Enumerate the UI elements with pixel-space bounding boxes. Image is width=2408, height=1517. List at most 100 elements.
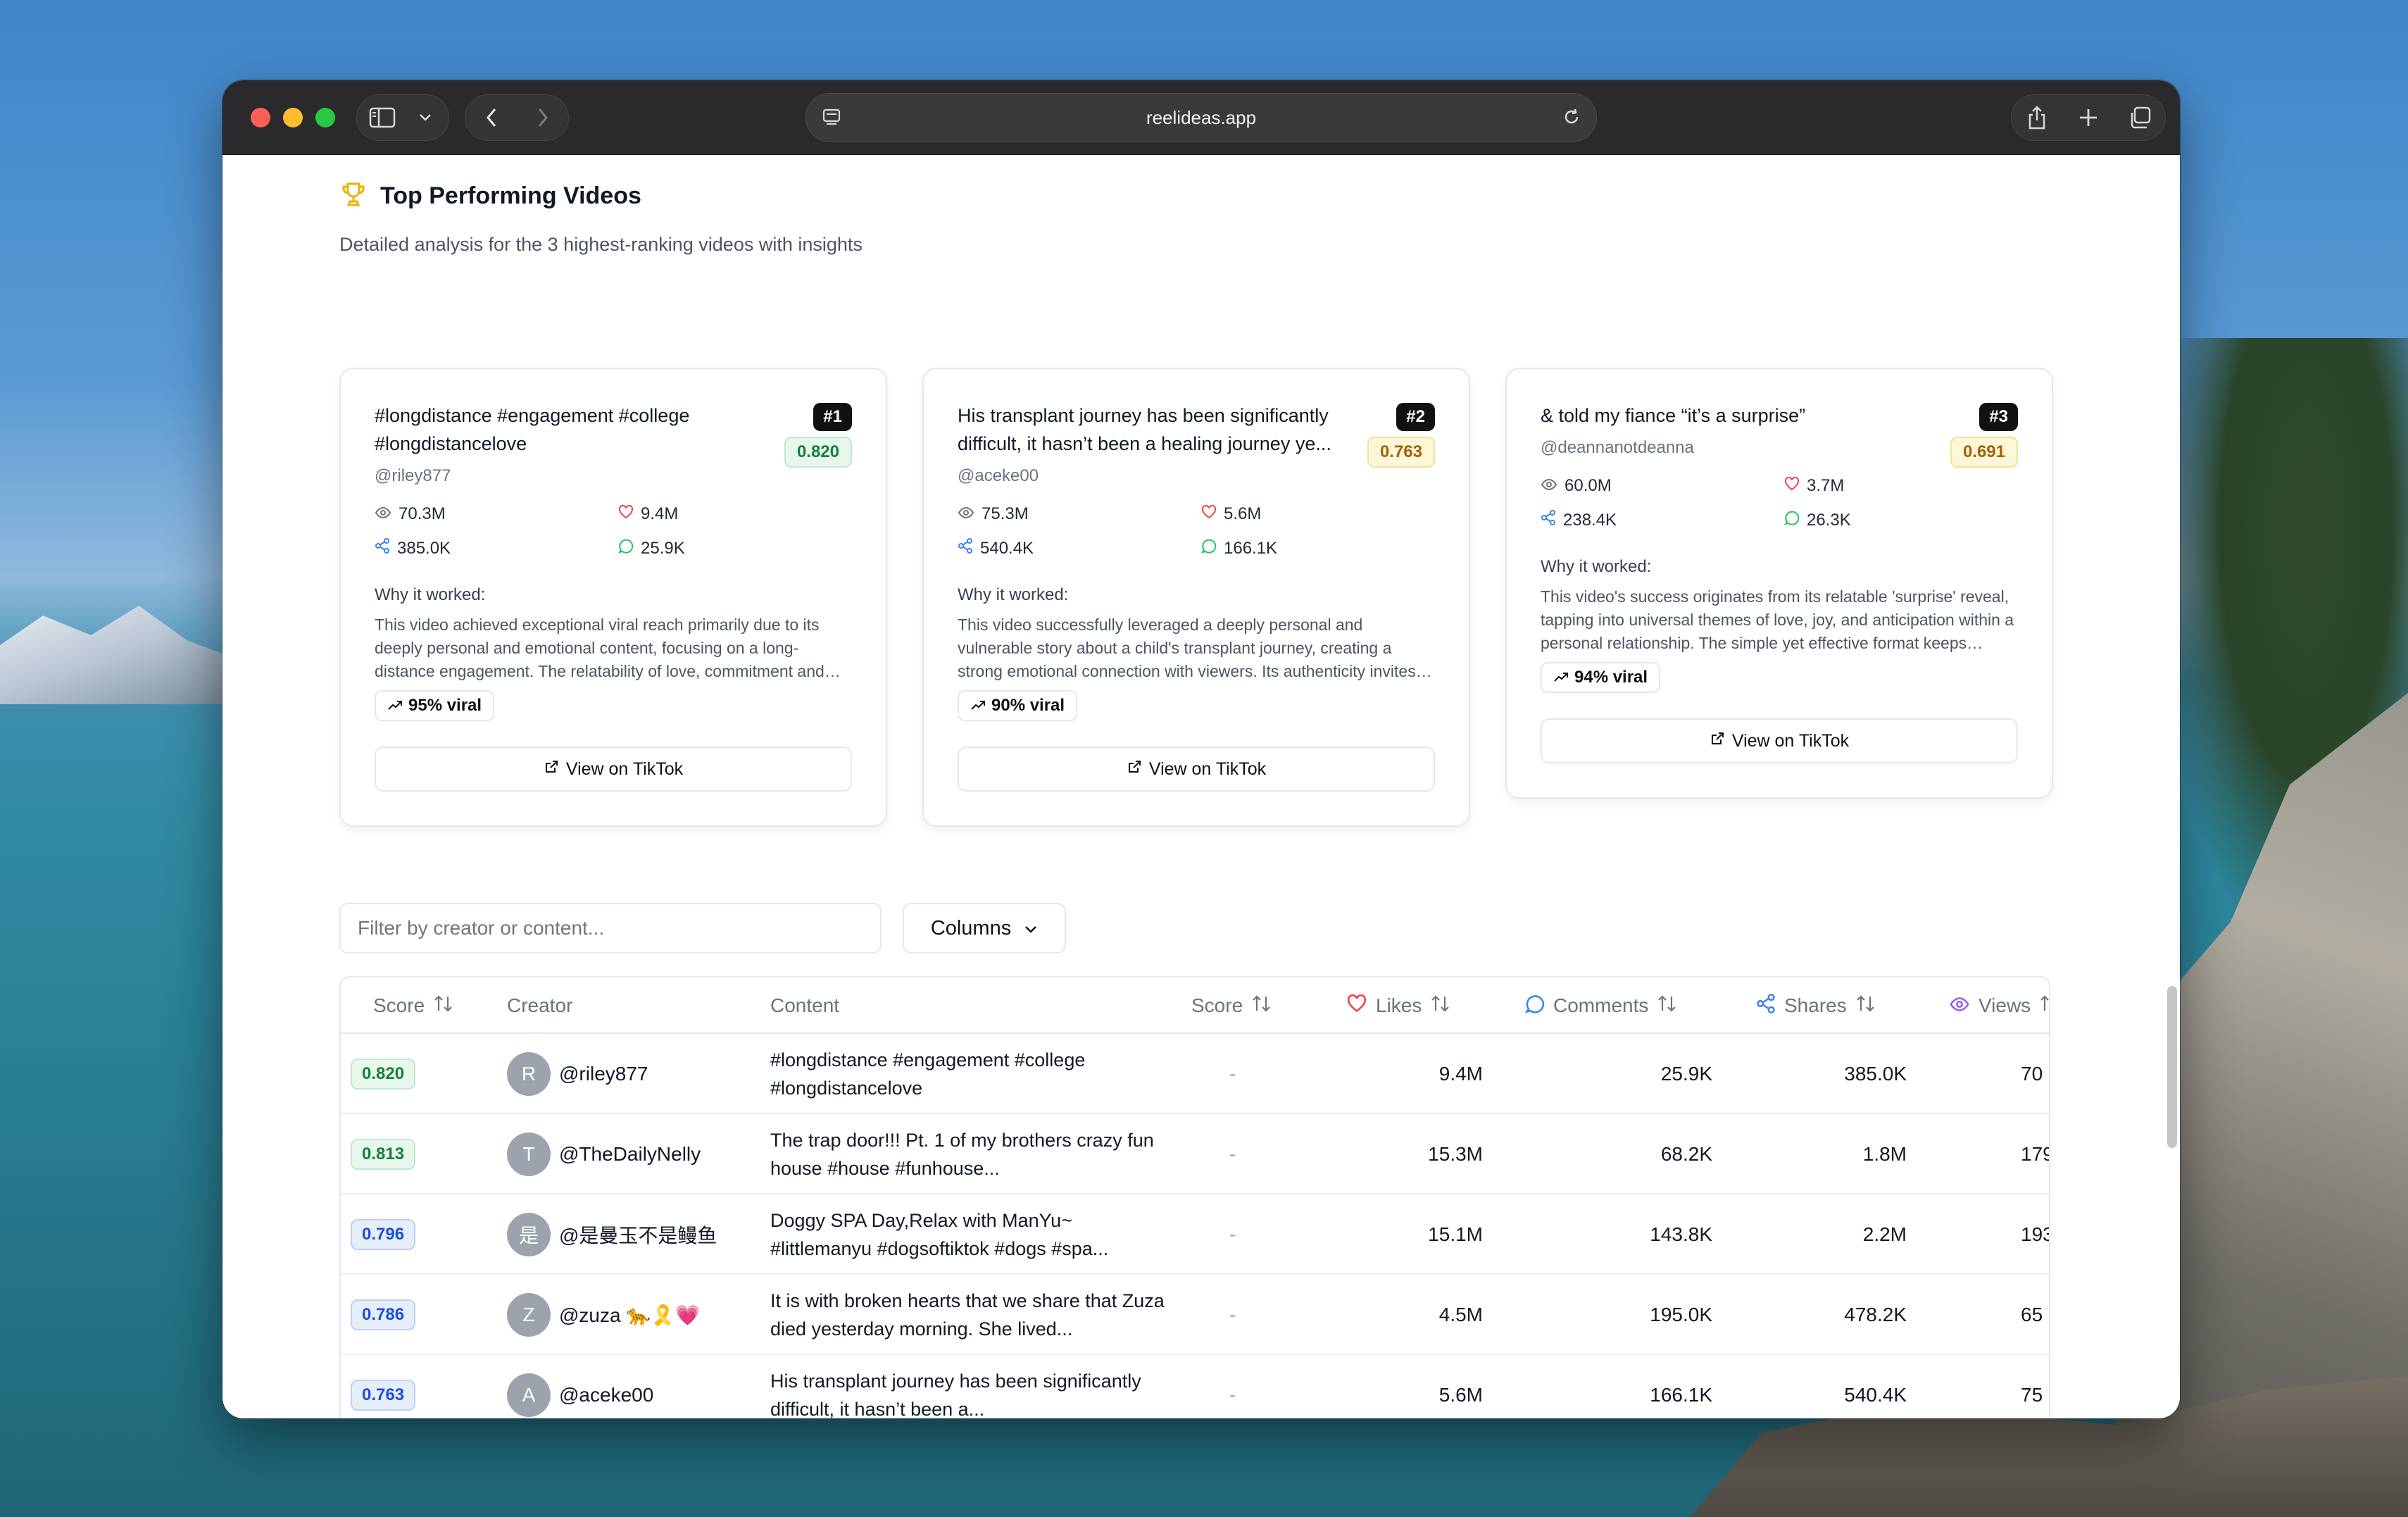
table-row[interactable]: 0.796 是 @是曼玉不是鳗鱼 Doggy SPA Day,Relax wit… xyxy=(341,1194,2049,1275)
header-comments-label: Comments xyxy=(1553,994,1649,1016)
comments-stat: 25.9K xyxy=(617,538,829,558)
creator-name[interactable]: @riley877 xyxy=(559,1063,648,1085)
tab-overview-icon[interactable] xyxy=(2119,94,2161,141)
score2-cell: - xyxy=(1229,1063,1236,1085)
table-row[interactable]: 0.763 A @aceke00 His transplant journey … xyxy=(341,1355,2049,1418)
view-on-tiktok-label: View on TikTok xyxy=(1731,730,1850,751)
score-cell: 0.813 xyxy=(351,1114,416,1194)
creator-name[interactable]: @zuza 🐆🎗️💗 xyxy=(559,1304,700,1327)
score-cell: 0.796 xyxy=(351,1194,416,1275)
sort-icon[interactable] xyxy=(1855,994,1876,1018)
score-badge: 0.796 xyxy=(351,1219,416,1250)
history-nav-group xyxy=(465,94,569,141)
content-cell: His transplant journey has been signific… xyxy=(770,1355,1165,1418)
rank-badge: #3 xyxy=(1979,403,2018,431)
reload-icon[interactable] xyxy=(1561,106,1582,132)
creator-name[interactable]: @TheDailyNelly xyxy=(559,1143,701,1166)
content-cell: The trap door!!! Pt. 1 of my brothers cr… xyxy=(770,1114,1165,1194)
external-link-icon xyxy=(1127,759,1142,780)
views-stat: 75.3M xyxy=(958,504,1201,524)
likes-value: 3.7M xyxy=(1807,476,1845,495)
comments-value: 26.3K xyxy=(1807,510,1851,530)
view-on-tiktok-button[interactable]: View on TikTok xyxy=(375,747,852,792)
sidebar-toggle-group xyxy=(356,94,449,141)
filter-input[interactable] xyxy=(339,903,882,954)
browser-window: reelideas.app Top Performing Videos Deta… xyxy=(222,80,2180,1418)
table-row[interactable]: 0.786 Z @zuza 🐆🎗️💗 It is with broken hea… xyxy=(341,1275,2049,1355)
card-stats: 75.3M 5.6M 540.4K 166.1K xyxy=(958,504,1435,558)
rank-badge: #2 xyxy=(1396,403,1435,431)
share-icon[interactable] xyxy=(2016,94,2058,141)
likes-cell: 15.1M xyxy=(1428,1223,1483,1245)
columns-label: Columns xyxy=(930,916,1012,939)
trophy-icon xyxy=(339,180,368,212)
creator-name[interactable]: @aceke00 xyxy=(559,1384,653,1406)
score-badge: 0.786 xyxy=(351,1299,416,1330)
header-likes[interactable]: Likes xyxy=(1346,978,1451,1034)
browser-actions-group xyxy=(2011,94,2166,141)
columns-button[interactable]: Columns xyxy=(903,903,1066,954)
viral-label: 95% viral xyxy=(408,696,482,715)
video-card-2: His transplant journey has been signific… xyxy=(922,368,1470,827)
new-tab-icon[interactable] xyxy=(2067,94,2109,141)
page-scrollbar[interactable] xyxy=(2167,986,2177,1148)
forward-icon[interactable] xyxy=(517,94,568,141)
videos-table: Score Creator Content Score Likes Commen… xyxy=(339,976,2050,1418)
card-title: #longdistance #engagement #college #long… xyxy=(375,405,690,454)
header-shares[interactable]: Shares xyxy=(1756,978,1876,1034)
score2-cell: - xyxy=(1229,1304,1236,1325)
why-text: This video successfully leveraged a deep… xyxy=(958,616,1416,680)
header-score[interactable]: Score xyxy=(373,978,454,1034)
trending-up-icon xyxy=(387,696,403,716)
table-header: Score Creator Content Score Likes Commen… xyxy=(341,978,2049,1034)
sidebar-icon[interactable] xyxy=(357,94,408,141)
comments-cell: 166.1K xyxy=(1650,1384,1712,1406)
header-score-2[interactable]: Score xyxy=(1191,978,1272,1034)
sort-icon[interactable] xyxy=(1657,994,1678,1018)
rank-badge: #1 xyxy=(813,403,852,431)
view-on-tiktok-button[interactable]: View on TikTok xyxy=(958,747,1435,792)
sort-icon[interactable] xyxy=(2039,994,2049,1018)
table-row[interactable]: 0.820 R @riley877 #longdistance #engagem… xyxy=(341,1034,2049,1114)
why-label: Why it worked: xyxy=(375,585,486,604)
page-settings-icon[interactable] xyxy=(822,108,841,132)
sort-icon[interactable] xyxy=(1251,994,1272,1018)
viral-label: 90% viral xyxy=(991,696,1065,715)
back-icon[interactable] xyxy=(465,94,517,141)
comment-icon xyxy=(1783,510,1800,530)
address-bar[interactable]: reelideas.app xyxy=(805,93,1597,142)
header-comments[interactable]: Comments xyxy=(1524,978,1678,1034)
header-creator-label: Creator xyxy=(507,994,573,1016)
chevron-down-icon[interactable] xyxy=(408,94,443,141)
content-cell: It is with broken hearts that we share t… xyxy=(770,1275,1165,1355)
shares-cell: 478.2K xyxy=(1844,1304,1907,1325)
score2-cell: - xyxy=(1229,1143,1236,1165)
minimize-window-button[interactable] xyxy=(283,108,303,127)
score2-cell: - xyxy=(1229,1223,1236,1245)
comment-icon xyxy=(1524,994,1545,1018)
viral-badge: 90% viral xyxy=(958,690,1078,721)
shares-stat: 385.0K xyxy=(375,538,618,558)
video-card-1: #longdistance #engagement #college #long… xyxy=(339,368,887,827)
header-content: Content xyxy=(770,978,839,1034)
card-title: His transplant journey has been signific… xyxy=(958,405,1331,454)
video-card-3: & told my fiance “it’s a surprise” #3 0.… xyxy=(1505,368,2053,799)
sort-icon[interactable] xyxy=(433,994,454,1018)
eye-icon xyxy=(958,504,974,524)
view-on-tiktok-button[interactable]: View on TikTok xyxy=(1541,718,2018,763)
content-text: Doggy SPA Day,Relax with ManYu~ #littlem… xyxy=(770,1210,1109,1259)
header-views[interactable]: Views xyxy=(1949,978,2049,1034)
comments-stat: 26.3K xyxy=(1783,510,1995,530)
header-views-label: Views xyxy=(1979,994,2031,1016)
close-window-button[interactable] xyxy=(251,108,270,127)
views-value: 70.3M xyxy=(399,504,446,523)
card-title: & told my fiance “it’s a surprise” xyxy=(1541,405,1806,426)
viral-label: 94% viral xyxy=(1574,668,1648,687)
sort-icon[interactable] xyxy=(1430,994,1451,1018)
table-row[interactable]: 0.813 T @TheDailyNelly The trap door!!! … xyxy=(341,1114,2049,1194)
zoom-window-button[interactable] xyxy=(315,108,335,127)
likes-stat: 3.7M xyxy=(1784,476,1995,496)
header-score-label: Score xyxy=(373,994,425,1016)
score-badge: 0.820 xyxy=(351,1059,416,1090)
creator-name[interactable]: @是曼玉不是鳗鱼 xyxy=(559,1221,717,1249)
